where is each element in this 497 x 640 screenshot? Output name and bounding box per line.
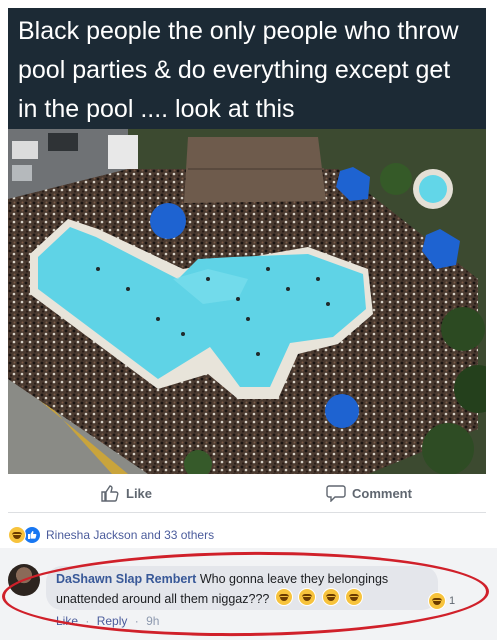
aerial-pool-image [8, 129, 486, 474]
pool-party-photo[interactable] [8, 129, 486, 474]
like-label: Like [126, 485, 153, 501]
haha-reaction-icon [8, 526, 26, 544]
post-actions-bar: Like Comment [8, 478, 486, 513]
reactions-text: Rinesha Jackson and 33 others [46, 528, 215, 542]
comment-label: Comment [352, 485, 412, 501]
caption-line: in the pool .... look at this [18, 95, 295, 123]
caption-line: pool parties & do everything except get [18, 56, 451, 84]
like-button[interactable]: Like [100, 484, 152, 502]
thumbs-up-icon [101, 485, 119, 502]
comment-bubble-icon [326, 485, 346, 502]
post-card: Black people the only people who throw p… [0, 0, 497, 640]
caption-line: Black people the only people who throw [18, 17, 459, 45]
meme-caption: Black people the only people who throw p… [8, 8, 486, 130]
comment-button[interactable]: Comment [326, 484, 412, 502]
reactions-summary[interactable]: Rinesha Jackson and 33 others [8, 526, 214, 544]
